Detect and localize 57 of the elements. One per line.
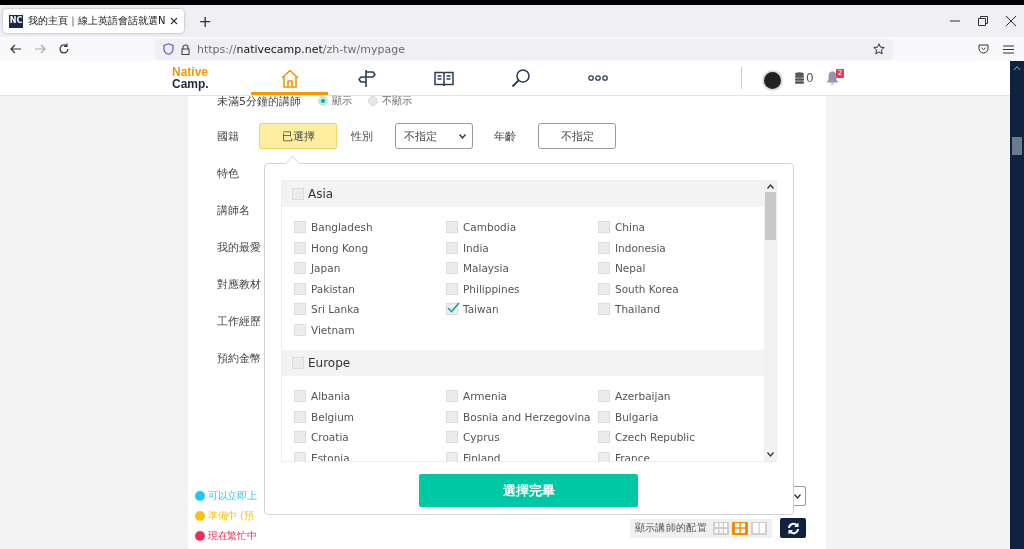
- filter-label: 講師名: [217, 203, 250, 219]
- age-select[interactable]: 不指定: [538, 123, 616, 149]
- country-label: Hong Kong: [311, 241, 369, 254]
- group-name: Europe: [308, 356, 351, 370]
- group-name: Asia: [308, 187, 334, 201]
- country-label: Indonesia: [615, 241, 666, 254]
- gender-select[interactable]: 不指定: [395, 123, 473, 149]
- country-label: Philippines: [463, 282, 520, 295]
- country-label: Cambodia: [463, 221, 517, 234]
- logo[interactable]: Native Camp.: [172, 61, 251, 95]
- filter-label: 特色: [217, 166, 239, 182]
- country-label: Bangladesh: [311, 221, 373, 234]
- country-label: Armenia: [463, 390, 507, 403]
- nationality-button[interactable]: 已選擇: [259, 123, 337, 149]
- filter-label: 年齡: [494, 128, 516, 144]
- address-bar[interactable]: https://nativecamp.net/zh-tw/mypage: [155, 38, 893, 60]
- country-label: France: [615, 451, 650, 461]
- country-label: South Korea: [615, 282, 679, 295]
- country-label: Albania: [311, 390, 351, 403]
- url-text: https://nativecamp.net/zh-tw/mypage: [197, 42, 405, 56]
- country-label: India: [463, 241, 489, 254]
- country-label: Nepal: [615, 262, 646, 275]
- country-label: Bulgaria: [615, 410, 659, 423]
- filter-label: 預約金幣: [217, 351, 261, 367]
- country-label: Pakistan: [311, 282, 355, 295]
- radio-label: 顯示: [332, 94, 352, 108]
- country-label: Azerbaijan: [615, 390, 671, 403]
- country-label: Estonia: [311, 451, 350, 461]
- filter-label: 國籍: [217, 128, 239, 144]
- status-label: 現在繁忙中: [208, 529, 257, 543]
- tab-title: 我的主頁｜線上英語會話就選N: [28, 14, 166, 28]
- country-label: Malaysia: [463, 262, 509, 275]
- favicon: NC: [9, 14, 23, 28]
- filter-label: 未滿5分鐘的講師: [217, 93, 302, 109]
- country-label: Taiwan: [463, 303, 499, 316]
- country-label: Japan: [311, 262, 341, 275]
- country-label: Bosnia and Herzegovina: [463, 410, 591, 423]
- country-label: Finland: [463, 451, 501, 461]
- filter-label: 對應教材: [217, 277, 261, 293]
- radio-label: 不顯示: [382, 94, 412, 108]
- country-label: Cyprus: [463, 431, 500, 444]
- country-label: Belgium: [311, 410, 355, 423]
- new-tab-button[interactable]: +: [194, 11, 216, 31]
- country-label: Sri Lanka: [311, 303, 360, 316]
- layout-label: 顯示講師的配置: [634, 521, 707, 535]
- country-label: Vietnam: [311, 323, 355, 336]
- coin-count: 0: [806, 71, 814, 85]
- country-label: Thailand: [615, 303, 661, 316]
- filter-label: 工作經歷: [217, 314, 261, 330]
- status-label: 可以立即上: [208, 489, 257, 503]
- status-label: 準備中 (預: [208, 509, 254, 523]
- country-label: Czech Republic: [615, 431, 695, 444]
- filter-label: 性別: [351, 128, 373, 144]
- browser-tab[interactable]: NC 我的主頁｜線上英語會話就選N: [3, 9, 185, 33]
- filter-label: 我的最愛: [217, 240, 261, 256]
- country-label: Croatia: [311, 431, 349, 444]
- country-label: China: [615, 221, 645, 234]
